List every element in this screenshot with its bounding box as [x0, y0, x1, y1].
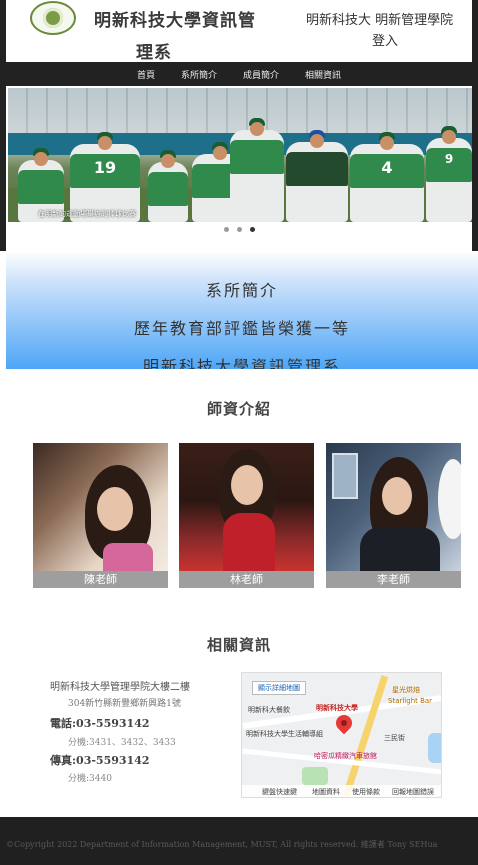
- map-keyboard-shortcuts[interactable]: 鍵盤快速鍵: [262, 787, 297, 797]
- site-header: 明新科技大學資訊管 理系 明新科技大 明新管理學院 登入: [0, 0, 478, 63]
- map-highway: [342, 675, 389, 797]
- map-label: 三民街: [384, 734, 405, 742]
- site-title-continued[interactable]: 理系: [136, 38, 172, 63]
- carousel-dot-1[interactable]: [223, 227, 229, 232]
- map-terms-link[interactable]: 使用條款: [352, 787, 380, 797]
- carousel-slide-baseball[interactable]: 19 4 9 在明新的運動場舉辦的棒球比賽: [8, 88, 472, 222]
- intro-department-name: 明新科技大學資訊管理系: [142, 357, 341, 369]
- map-footer-bar: 鍵盤快速鍵 地圖資料 使用條款 回報地圖錯誤: [242, 785, 441, 797]
- jersey-number: 9: [444, 152, 454, 166]
- faculty-card-lin[interactable]: 林老師: [179, 443, 314, 588]
- nav-department-intro[interactable]: 系所簡介: [168, 68, 230, 81]
- slide-caption: 在明新的運動場舉辦的棒球比賽: [38, 210, 136, 218]
- telephone-extensions: 分機:3431、3432、3433: [68, 738, 176, 748]
- image-carousel[interactable]: 19 4 9 在明新的運動場舉辦的棒球比賽: [0, 86, 478, 251]
- copyright-text: ©Copyright 2022 Department of Informatio…: [6, 840, 438, 849]
- faculty-card-li[interactable]: 李老師: [326, 443, 461, 588]
- map-label: Starlight Bar: [388, 697, 433, 705]
- login-link[interactable]: 明新科技大 明新管理學院: [306, 13, 453, 29]
- faculty-section-title: 師資介紹: [206, 400, 271, 418]
- baseball-player-raising-arm: [230, 118, 284, 222]
- stadium-stands: [8, 88, 472, 133]
- fax-extension: 分機:3440: [68, 774, 112, 784]
- address-text: 304新竹縣新豐鄉新興路1號: [68, 699, 181, 709]
- telephone: 電話:03-5593142: [50, 717, 150, 730]
- carousel-dot-3-active[interactable]: [249, 227, 255, 232]
- view-larger-map-button[interactable]: 顯示詳細地圖: [252, 681, 306, 695]
- faculty-photo[interactable]: [326, 443, 461, 571]
- related-info-section-title: 相關資訊: [206, 636, 271, 654]
- main-navigation: 首頁 系所簡介 成員簡介 相關資訊: [0, 62, 478, 86]
- baseball-player: [286, 130, 348, 222]
- intro-evaluation-text: 歷年教育部評鑑皆榮獲一等: [133, 319, 350, 338]
- faculty-photo[interactable]: [33, 443, 168, 571]
- faculty-card-chen[interactable]: 陳老師: [33, 443, 168, 588]
- fax: 傳真:03-5593142: [50, 754, 150, 767]
- nav-home[interactable]: 首頁: [124, 68, 168, 81]
- carousel-indicators: [6, 227, 472, 232]
- nav-related-info[interactable]: 相關資訊: [292, 68, 354, 81]
- map-label: 星光烘焙: [392, 686, 420, 694]
- jersey-number: 19: [93, 158, 117, 177]
- map-label-university: 明新科技大學: [316, 704, 358, 712]
- map-label: 明新科技大學生活輔導組: [246, 730, 323, 738]
- faculty-photo[interactable]: [179, 443, 314, 571]
- nav-members-intro[interactable]: 成員簡介: [230, 68, 292, 81]
- map-report-error-link[interactable]: 回報地圖錯誤: [392, 787, 434, 797]
- faculty-name[interactable]: 林老師: [179, 571, 314, 588]
- embedded-google-map[interactable]: 顯示詳細地圖 明新科大餐飲 明新科技大學 星光烘焙 Starlight Bar …: [241, 672, 442, 798]
- faculty-name[interactable]: 李老師: [326, 571, 461, 588]
- map-label: 哈密瓜精緻汽車旅館: [314, 752, 377, 760]
- address-title: 明新科技大學管理學院大樓二樓: [50, 682, 190, 693]
- jersey-number: 4: [381, 158, 393, 177]
- baseball-player: [148, 150, 188, 222]
- baseball-player: 4: [350, 132, 424, 222]
- login-link-continued[interactable]: 登入: [372, 30, 398, 49]
- map-water: [428, 733, 441, 763]
- logo-emblem: [43, 8, 63, 28]
- map-label: 明新科大餐飲: [248, 706, 290, 714]
- faculty-name[interactable]: 陳老師: [33, 571, 168, 588]
- page-footer: ©Copyright 2022 Department of Informatio…: [0, 817, 478, 865]
- carousel-dot-2[interactable]: [236, 227, 242, 232]
- site-title[interactable]: 明新科技大學資訊管: [94, 6, 256, 31]
- baseball-player: 9: [426, 126, 472, 222]
- school-logo[interactable]: [30, 1, 76, 35]
- intro-heading: 系所簡介: [205, 281, 278, 300]
- department-intro-section: 系所簡介 歷年教育部評鑑皆榮獲一等 明新科技大學資訊管理系: [6, 251, 478, 369]
- map-park: [302, 767, 328, 785]
- map-data-link[interactable]: 地圖資料: [312, 787, 340, 797]
